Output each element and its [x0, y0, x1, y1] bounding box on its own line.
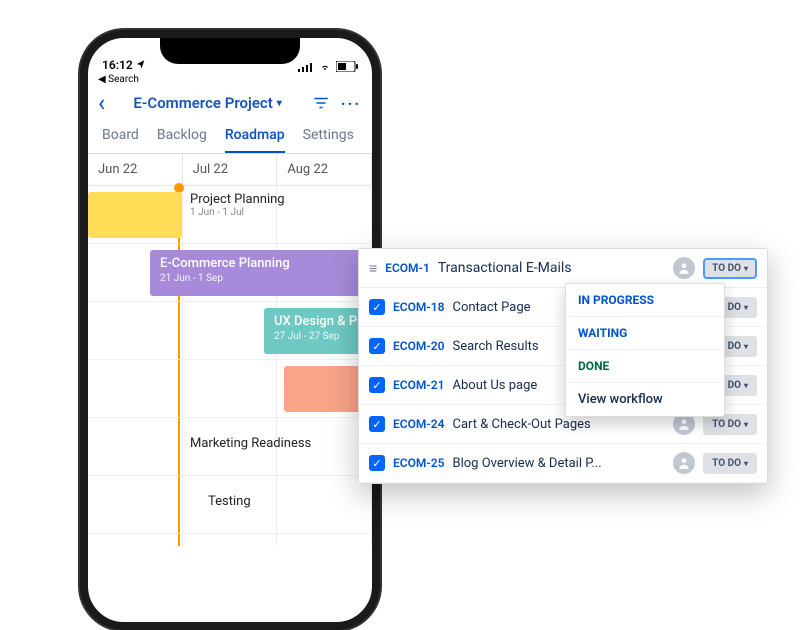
- month-col: Jun 22: [88, 154, 183, 185]
- issue-key[interactable]: ECOM-24: [393, 417, 445, 431]
- tab-board[interactable]: Board: [102, 127, 139, 153]
- timeline-body[interactable]: Project Planning 1 Jun - 1 Jul E-Commerc…: [88, 186, 372, 546]
- issue-key[interactable]: ECOM-25: [393, 456, 445, 470]
- chevron-down-icon: ▾: [744, 342, 748, 351]
- status-dropdown-menu: IN PROGRESS WAITING DONE View workflow: [565, 283, 725, 417]
- issue-key[interactable]: ECOM-20: [393, 339, 445, 353]
- phone-notch: [160, 38, 300, 64]
- tab-roadmap[interactable]: Roadmap: [225, 127, 285, 153]
- issue-key[interactable]: ECOM-1: [385, 261, 430, 275]
- epic-row[interactable]: Project Planning 1 Jun - 1 Jul: [88, 186, 372, 244]
- issue-key[interactable]: ECOM-21: [393, 378, 445, 392]
- timeline-header: Jun 22 Jul 22 Aug 22: [88, 154, 372, 186]
- epic-title: Project Planning: [190, 192, 285, 207]
- chevron-down-icon: ▾: [744, 420, 748, 429]
- tab-backlog[interactable]: Backlog: [157, 127, 207, 153]
- epic-row[interactable]: E-Commerce Planning 21 Jun - 1 Sep: [88, 244, 372, 302]
- epic-row[interactable]: Marketing Readiness: [88, 418, 372, 476]
- avatar[interactable]: [673, 257, 695, 279]
- back-to-search[interactable]: ◀ Search: [88, 74, 372, 85]
- chevron-down-icon: ▾: [744, 303, 748, 312]
- avatar[interactable]: [673, 452, 695, 474]
- epic-dates: 21 Jun - 1 Sep: [160, 273, 360, 284]
- epic-bar[interactable]: [88, 192, 182, 238]
- issue-title[interactable]: Transactional E-Mails: [438, 260, 665, 276]
- epic-dates: 1 Jun - 1 Jul: [190, 207, 285, 218]
- epic-row[interactable]: UX Design & Prototyping 27 Jul - 27 Sep: [88, 302, 372, 360]
- project-selector[interactable]: E-Commerce Project ▾: [113, 94, 302, 112]
- task-type-icon: ✓: [369, 377, 385, 393]
- status-option-in-progress[interactable]: IN PROGRESS: [566, 284, 724, 317]
- back-button[interactable]: ‹: [98, 91, 105, 115]
- chevron-down-icon: ▾: [744, 381, 748, 390]
- tabs: Board Backlog Roadmap Settings: [88, 121, 372, 154]
- tab-settings[interactable]: Settings: [303, 127, 354, 153]
- issue-panel: ≡ ECOM-1 Transactional E-Mails TO DO ▾ ✓…: [358, 248, 768, 484]
- task-type-icon: ✓: [369, 416, 385, 432]
- task-type-icon: ✓: [369, 299, 385, 315]
- signal-icon: [298, 62, 314, 72]
- chevron-down-icon: ▾: [744, 264, 748, 273]
- status-dropdown[interactable]: TO DO ▾: [703, 258, 757, 279]
- phone-frame: 16:12 ◀ Search ‹ E-Commerce Project ▾: [80, 30, 380, 630]
- epic-bar[interactable]: E-Commerce Planning 21 Jun - 1 Sep: [150, 250, 370, 296]
- filter-icon[interactable]: [310, 94, 332, 112]
- nav-row: ‹ E-Commerce Project ▾ ···: [88, 85, 372, 121]
- task-type-icon: ✓: [369, 455, 385, 471]
- epic-title: Marketing Readiness: [190, 436, 311, 451]
- epic-row[interactable]: Testing: [88, 476, 372, 534]
- status-dropdown[interactable]: TO DO▾: [703, 453, 757, 474]
- location-arrow-icon: [136, 58, 146, 72]
- wifi-icon: [318, 62, 332, 72]
- epic-row[interactable]: [88, 360, 372, 418]
- epic-title: E-Commerce Planning: [160, 256, 360, 271]
- status-option-waiting[interactable]: WAITING: [566, 317, 724, 350]
- status-time: 16:12: [102, 58, 133, 72]
- chevron-down-icon: ▾: [277, 98, 282, 109]
- month-col: Jul 22: [183, 154, 278, 185]
- status-option-done[interactable]: DONE: [566, 350, 724, 383]
- month-col: Aug 22: [277, 154, 372, 185]
- drag-handle-icon[interactable]: ≡: [369, 260, 377, 277]
- issue-title: Cart & Check-Out Pages: [453, 417, 666, 432]
- issue-key[interactable]: ECOM-18: [393, 300, 445, 314]
- epic-title: Testing: [208, 494, 251, 509]
- task-type-icon: ✓: [369, 338, 385, 354]
- battery-icon: [336, 61, 358, 72]
- issue-title: Blog Overview & Detail P...: [453, 456, 666, 471]
- view-workflow-link[interactable]: View workflow: [566, 383, 724, 416]
- project-title: E-Commerce Project: [133, 94, 272, 112]
- chevron-down-icon: ▾: [744, 459, 748, 468]
- child-issue-row[interactable]: ✓ ECOM-25 Blog Overview & Detail P... TO…: [359, 444, 767, 483]
- more-icon[interactable]: ···: [340, 94, 362, 113]
